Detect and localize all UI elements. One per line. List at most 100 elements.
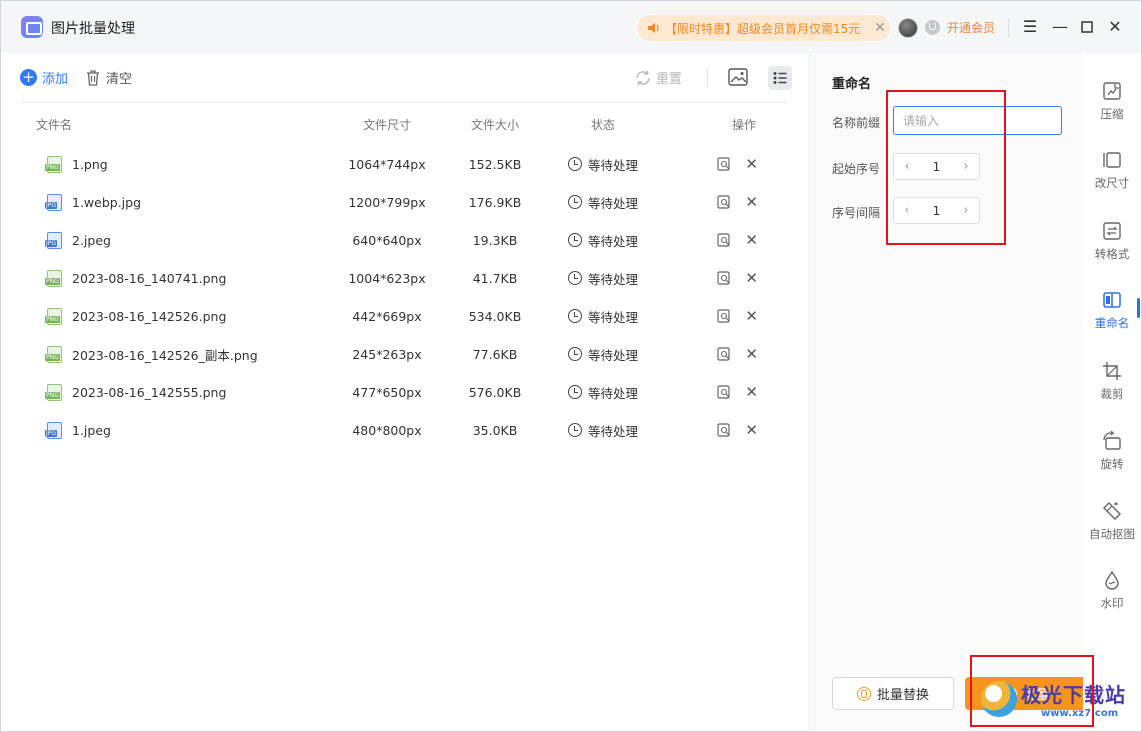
- delete-icon[interactable]: ✕: [745, 233, 758, 248]
- start-number-label: 起始序号: [832, 162, 881, 176]
- crop-icon: [1103, 362, 1121, 380]
- delete-icon[interactable]: ✕: [745, 271, 758, 286]
- delete-icon[interactable]: ✕: [745, 423, 758, 438]
- file-dimensions: 1200*799px: [348, 194, 426, 210]
- promo-banner[interactable]: 【限时特惠】超级会员首月仅需15元 ✕: [637, 15, 890, 41]
- actions-cell: ✕: [657, 347, 788, 362]
- status-cell: 等待处理: [549, 155, 657, 174]
- table-row[interactable]: PNG 2023-08-16_142526.png 442*669px 534.0KB…: [21, 297, 788, 335]
- status-text: 等待处理: [587, 157, 638, 173]
- col-header-dimensions: 文件尺寸: [362, 117, 411, 132]
- nav-item-cutout[interactable]: 自动抠图: [1083, 501, 1141, 542]
- status-cell: 等待处理: [549, 421, 657, 440]
- menu-icon[interactable]: ☰: [1021, 18, 1039, 36]
- app-title: 图片批量处理: [51, 21, 135, 37]
- file-dimensions: 640*640px: [352, 232, 422, 248]
- status-text: 等待处理: [587, 233, 638, 249]
- reset-button[interactable]: 重置: [634, 68, 682, 87]
- preview-icon[interactable]: [717, 347, 731, 361]
- png-file-icon: PNG: [45, 345, 62, 363]
- file-name: 1.png: [72, 156, 108, 172]
- nav-label: 自动抠图: [1089, 527, 1135, 541]
- jpg-file-icon: JPG: [45, 421, 62, 439]
- status-text: 等待处理: [587, 423, 638, 439]
- preview-icon[interactable]: [717, 309, 731, 323]
- nav-item-resize[interactable]: 改尺寸: [1083, 150, 1141, 191]
- file-dimensions: 1004*623px: [348, 270, 426, 286]
- clock-icon: [567, 195, 582, 209]
- delete-icon[interactable]: ✕: [745, 347, 758, 362]
- table-row[interactable]: PNG 2023-08-16_142526_副本.png 245*263px 77.6…: [21, 335, 788, 373]
- clock-icon: [567, 309, 582, 323]
- status-cell: 等待处理: [549, 193, 657, 212]
- table-row[interactable]: PNG 2023-08-16_140741.png 1004*623px 41.7KB…: [21, 259, 788, 297]
- minimize-icon[interactable]: —: [1051, 18, 1069, 36]
- add-button[interactable]: + 添加: [20, 68, 68, 87]
- file-dimensions: 480*800px: [352, 422, 422, 438]
- actions-cell: ✕: [657, 309, 788, 324]
- table-row[interactable]: JPG 2.jpeg 640*640px 19.3KB 等待处理 ✕: [21, 221, 788, 259]
- delete-icon[interactable]: ✕: [745, 309, 758, 324]
- file-table: 文件名 文件尺寸 文件大小 状态 操作 PNG 1.png 1064*744px 15…: [21, 102, 788, 449]
- clock-icon: [567, 271, 582, 285]
- status-cell: 等待处理: [549, 383, 657, 402]
- delete-icon[interactable]: ✕: [745, 385, 758, 400]
- file-name-cell: JPG 2.jpeg: [21, 231, 333, 249]
- cutout-icon: [1103, 502, 1121, 520]
- clock-icon: [567, 347, 582, 361]
- table-row[interactable]: PNG 1.png 1064*744px 152.5KB 等待处理 ✕: [21, 145, 788, 183]
- file-size: 41.7KB: [472, 270, 518, 286]
- table-row[interactable]: JPG 1.jpeg 480*800px 35.0KB 等待处理 ✕: [21, 411, 788, 449]
- png-file-icon: PNG: [45, 383, 62, 401]
- preview-icon[interactable]: [717, 233, 731, 247]
- status-text: 等待处理: [587, 195, 638, 211]
- status-text: 等待处理: [587, 271, 638, 287]
- nav-item-rename[interactable]: 重命名: [1083, 290, 1141, 331]
- status-cell: 等待处理: [549, 345, 657, 364]
- table-row[interactable]: JPG 1.webp.jpg 1200*799px 176.9KB 等待处理 ✕: [21, 183, 788, 221]
- table-body: PNG 1.png 1064*744px 152.5KB 等待处理 ✕ JPG 1.webp.…: [21, 145, 788, 449]
- trash-icon: [87, 69, 99, 86]
- nav-label: 压缩: [1100, 107, 1124, 121]
- maximize-icon[interactable]: [1078, 18, 1096, 36]
- vip-link[interactable]: 开通会员: [947, 19, 995, 36]
- preview-icon[interactable]: [717, 423, 731, 437]
- file-name-cell: JPG 1.webp.jpg: [21, 193, 333, 211]
- col-header-size: 文件大小: [470, 117, 519, 132]
- file-dimensions: 245*263px: [352, 346, 422, 362]
- file-dimensions: 477*650px: [352, 384, 422, 400]
- batch-replace-button[interactable]: 批量替换: [832, 677, 954, 710]
- nav-item-crop[interactable]: 裁剪: [1083, 361, 1141, 402]
- plus-icon: +: [20, 69, 37, 86]
- status-text: 等待处理: [587, 385, 638, 401]
- file-size: 77.6KB: [472, 346, 518, 362]
- clock-icon: [567, 423, 582, 437]
- preview-icon[interactable]: [717, 157, 731, 171]
- nav-item-convert[interactable]: 转格式: [1083, 221, 1141, 262]
- file-size: 152.5KB: [468, 156, 522, 172]
- resize-icon: [1103, 152, 1121, 168]
- close-icon[interactable]: ✕: [1106, 18, 1124, 36]
- annotation-box-rename-button: [970, 655, 1094, 727]
- preview-icon[interactable]: [717, 195, 731, 209]
- file-dimensions: 1064*744px: [348, 156, 426, 172]
- list-view-button[interactable]: [768, 66, 792, 90]
- clock-icon: [567, 157, 582, 171]
- nav-label: 旋转: [1100, 457, 1124, 471]
- delete-icon[interactable]: ✕: [745, 195, 758, 210]
- step-label: 序号间隔: [832, 206, 881, 220]
- preview-icon[interactable]: [717, 271, 731, 285]
- prefix-label: 名称前缀: [832, 116, 881, 130]
- grid-view-button[interactable]: [728, 68, 748, 90]
- clear-button[interactable]: 清空: [86, 68, 132, 87]
- delete-icon[interactable]: ✕: [745, 157, 758, 172]
- nav-item-compress[interactable]: 压缩: [1083, 81, 1141, 122]
- nav-item-watermark[interactable]: 水印: [1083, 570, 1141, 611]
- table-row[interactable]: PNG 2023-08-16_142555.png 477*650px 576.0KB…: [21, 373, 788, 411]
- preview-icon[interactable]: [717, 385, 731, 399]
- actions-cell: ✕: [657, 233, 788, 248]
- avatar[interactable]: [898, 18, 918, 38]
- col-header-actions: 操作: [731, 117, 756, 132]
- nav-item-rotate[interactable]: 旋转: [1083, 431, 1141, 472]
- promo-close-icon[interactable]: ✕: [870, 20, 890, 36]
